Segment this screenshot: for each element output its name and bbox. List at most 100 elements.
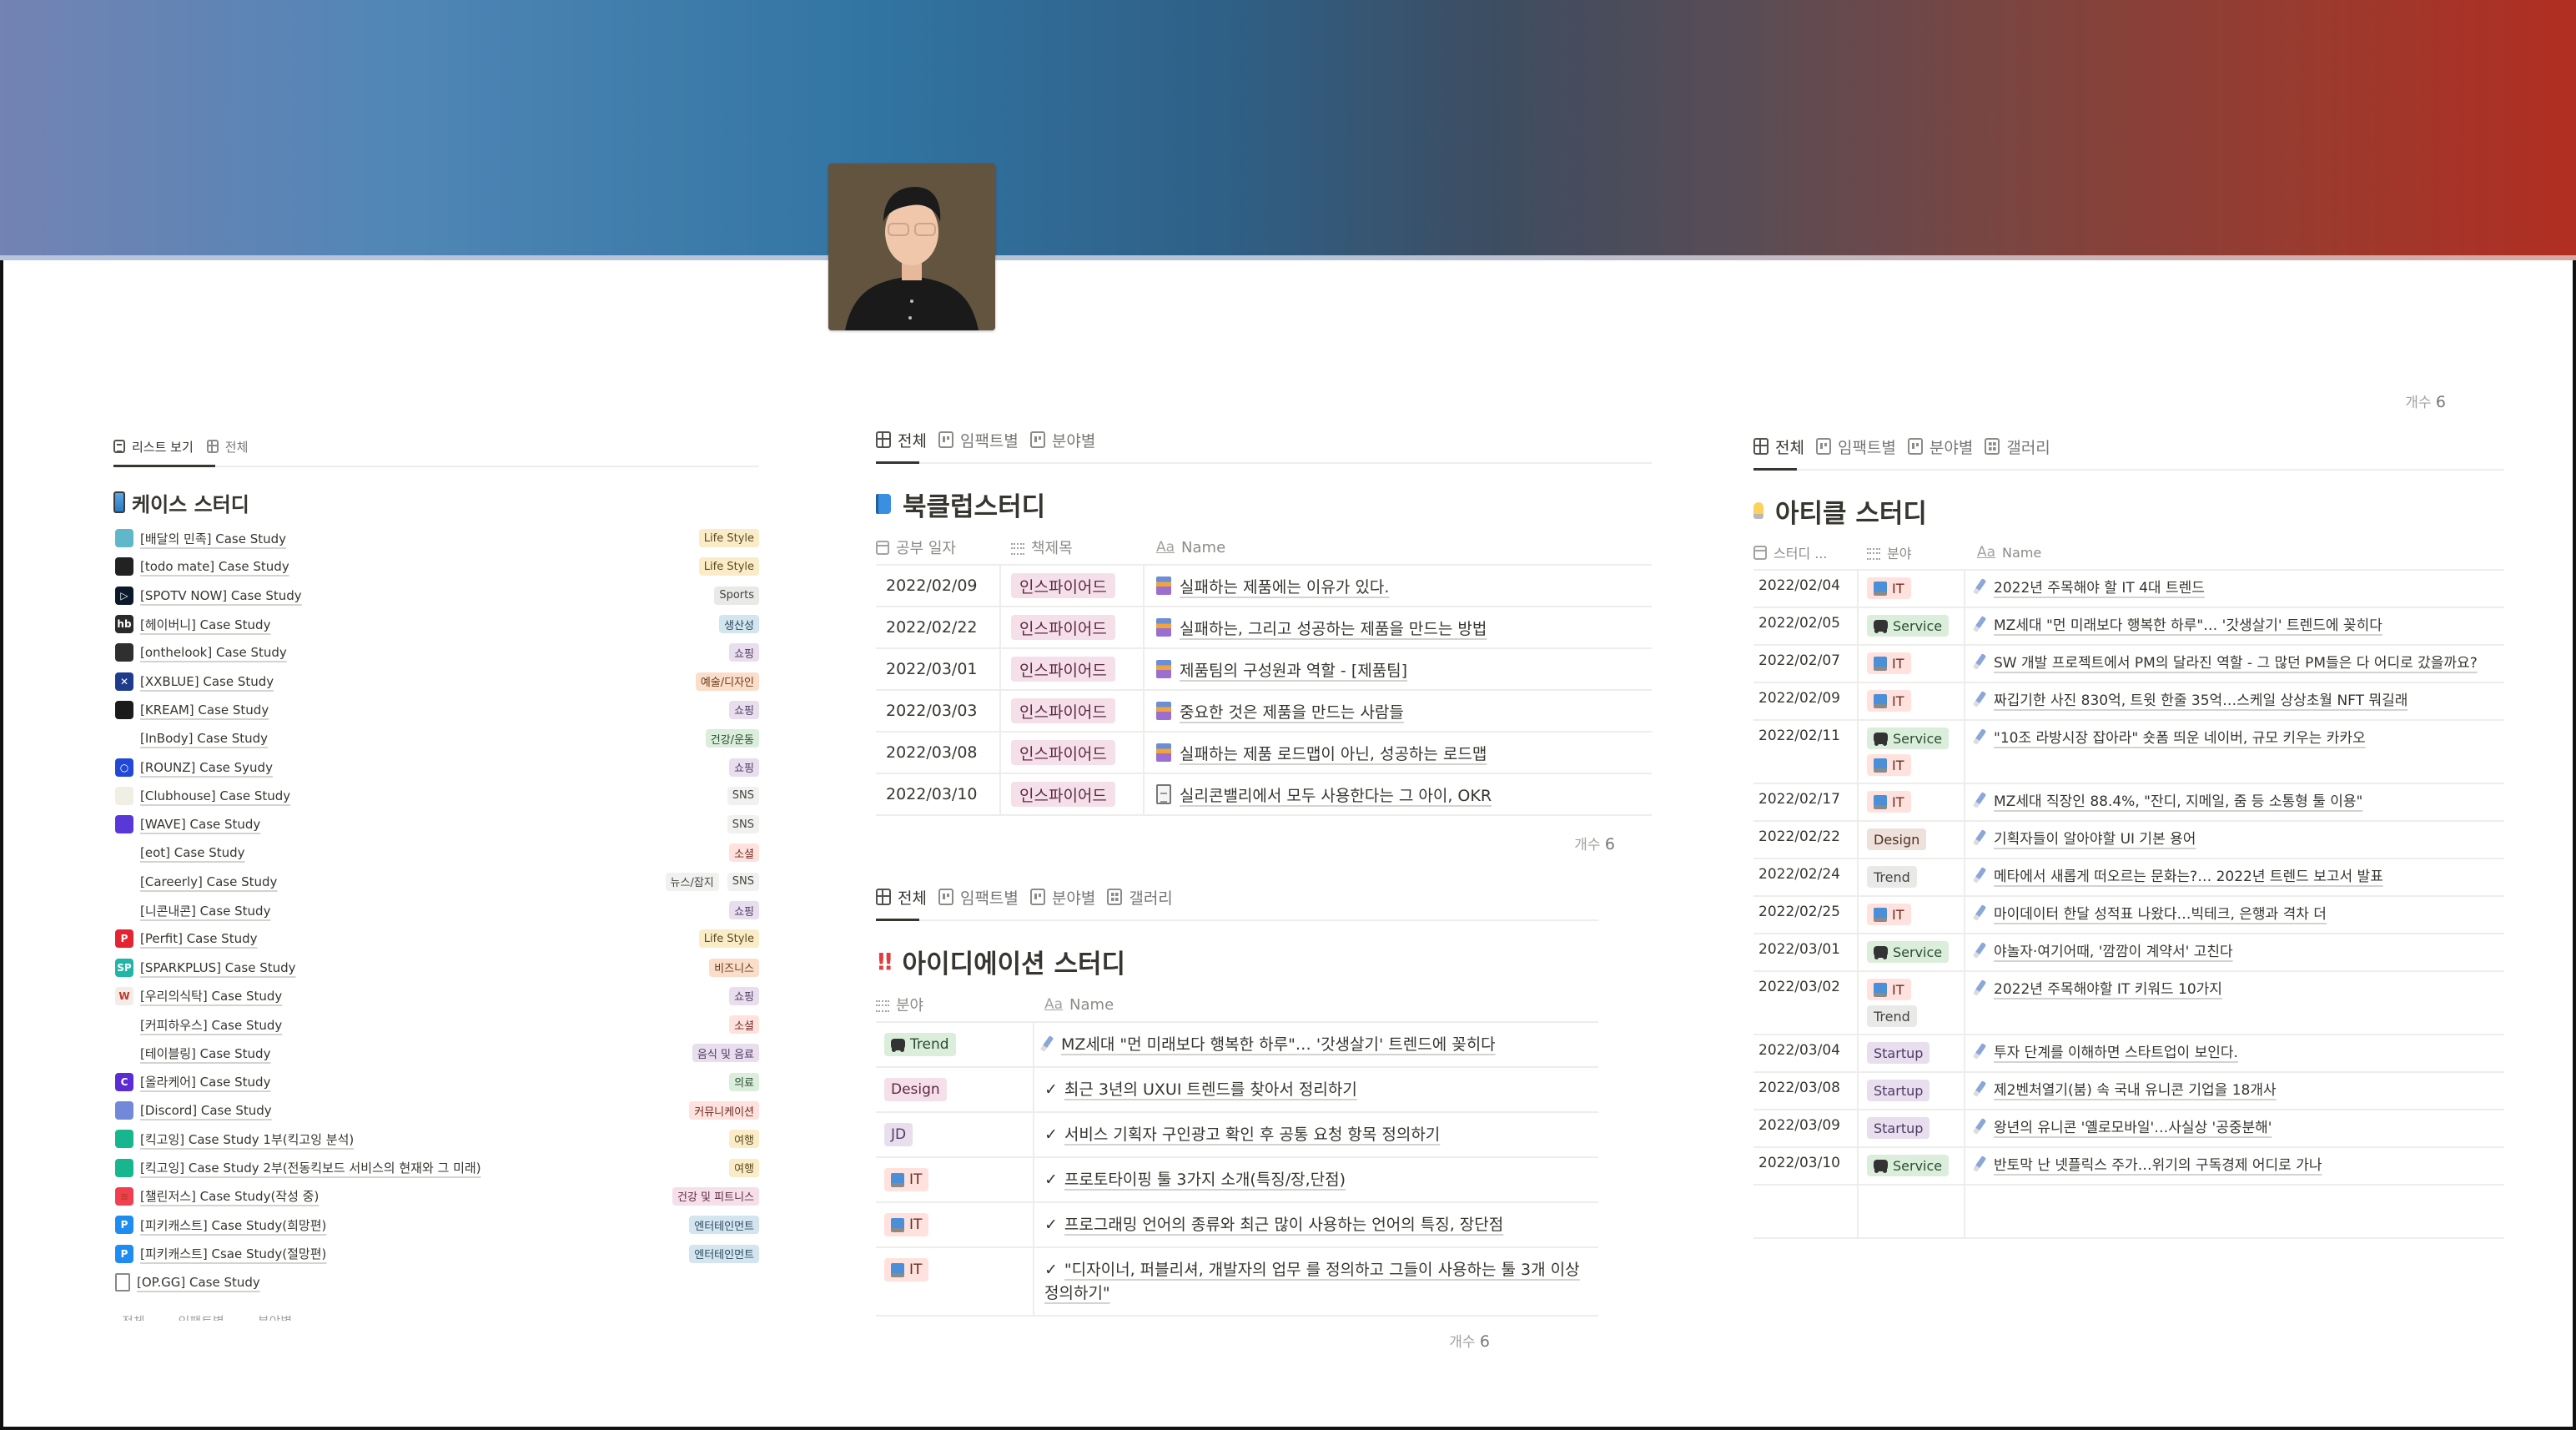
case-study-link[interactable]: [eot] Case Study [140, 845, 729, 860]
case-study-link[interactable]: [Perfit] Case Study [140, 931, 699, 946]
page-link[interactable]: ✓ "디자이너, 퍼블리셔, 개발자의 업무 를 정의하고 그들이 사용하는 툴 … [1044, 1258, 1592, 1305]
column-study-date[interactable]: 공부 일자 [876, 536, 1001, 558]
tab-board-1[interactable]: 임팩트별 [1815, 436, 1908, 466]
table-row[interactable]: IT ✓ "디자이너, 퍼블리셔, 개발자의 업무 를 정의하고 그들이 사용하는 … [876, 1248, 1598, 1317]
table-row[interactable]: 2022/03/01 Service 야놀자·여기어때, '깜깜이 계약서' 고친다 [1753, 934, 2504, 972]
tab-board-1[interactable]: 임팩트별 [938, 429, 1030, 460]
list-item[interactable]: P [Perfit] Case Study Life Style [113, 924, 759, 953]
list-item[interactable]: ○ [ROUNZ] Case Syudy 쇼핑 [113, 753, 759, 781]
name-cell[interactable]: "10조 라방시장 잡아라" 숏폼 띄운 네이버, 규모 키우는 카카오 [1965, 721, 2504, 783]
list-item[interactable]: ▷ [SPOTV NOW] Case Study Sports [113, 582, 759, 610]
page-link[interactable]: ✓ 최근 3년의 UXUI 트렌드를 찾아서 정리하기 [1044, 1078, 1357, 1101]
list-item[interactable]: [Careerly] Case Study 뉴스/잡지 SNS [113, 868, 759, 896]
tab-list-0[interactable]: 리스트 보기 [113, 438, 207, 462]
column-name[interactable]: Aa Name [1145, 539, 1225, 556]
article-link[interactable]: "10조 라방시장 잡아라" 숏폼 띄운 네이버, 규모 키우는 카카오 [1972, 728, 2366, 750]
truncated-tab[interactable]: 전체 [122, 1312, 145, 1321]
name-cell[interactable]: 반토막 난 넷플릭스 주가…위기의 구독경제 어디로 가나 [1965, 1148, 2504, 1184]
page-link[interactable]: ✓ 서비스 기획자 구인광고 확인 후 공통 요청 항목 정의하기 [1044, 1123, 1440, 1146]
tab-board-2[interactable]: 분야별 [1907, 436, 1985, 466]
tab-table-0[interactable]: 전체 [1753, 436, 1816, 466]
name-cell[interactable]: 메타에서 새롭게 떠오르는 문화는?… 2022년 트렌드 보고서 발표 [1965, 859, 2504, 895]
table-row[interactable]: JD ✓ 서비스 기획자 구인광고 확인 후 공통 요청 항목 정의하기 [876, 1113, 1598, 1158]
name-cell[interactable]: 실패하는, 그리고 성공하는 제품을 만드는 방법 [1145, 607, 1652, 647]
article-link[interactable]: 2022년 주목해야할 IT 키워드 10가지 [1972, 979, 2222, 1001]
truncated-tab[interactable]: 임팩트별 [179, 1312, 224, 1321]
column-name[interactable]: Aa Name [1965, 544, 2041, 561]
tab-board-1[interactable]: 임팩트별 [938, 886, 1030, 917]
name-cell[interactable]: 왕년의 유니콘 '옐로모바일'…사실상 '공중분해' [1965, 1110, 2504, 1146]
table-row[interactable]: 2022/03/03 인스파이어드 중요한 것은 제품을 만드는 사람들 [876, 691, 1652, 733]
name-cell[interactable]: 야놀자·여기어때, '깜깜이 계약서' 고친다 [1965, 934, 2504, 970]
case-study-link[interactable]: [SPARKPLUS] Case Study [140, 960, 709, 975]
name-cell[interactable]: ✓ 프로그래밍 언어의 종류와 최근 많이 사용하는 언어의 특징, 장단점 [1034, 1203, 1598, 1246]
article-link[interactable]: 반토막 난 넷플릭스 주가…위기의 구독경제 어디로 가나 [1972, 1155, 2322, 1177]
table-row[interactable]: 2022/02/24 Trend 메타에서 새롭게 떠오르는 문화는?… 2022년… [1753, 859, 2504, 897]
tab-table-0[interactable]: 전체 [876, 429, 938, 460]
table-row[interactable]: 2022/03/10 인스파이어드 실리콘밸리에서 모두 사용한다는 그 아이, O… [876, 774, 1652, 816]
table-row[interactable]: 2022/02/25 IT 마이데이터 한달 성적표 나왔다…빅테크, 은행과 격차… [1753, 897, 2504, 934]
article-link[interactable]: SW 개발 프로젝트에서 PM의 달라진 역할 - 그 많던 PM들은 다 어디… [1972, 652, 2478, 675]
case-study-link[interactable]: [올라케어] Case Study [140, 1073, 729, 1090]
list-item[interactable]: P [피키캐스트] Csae Study(절망편) 엔터테인먼트 [113, 1239, 759, 1267]
case-study-link[interactable]: [XXBLUE] Case Study [140, 674, 696, 689]
name-cell[interactable]: 제품팀의 구성원과 역할 - [제품팀] [1145, 649, 1652, 689]
case-study-link[interactable]: [배달의 민족] Case Study [140, 530, 699, 547]
list-item[interactable]: ≋ [챌린저스] Case Study(작성 중) 건강 및 피트니스 [113, 1182, 759, 1211]
list-item[interactable]: [KREAM] Case Study 쇼핑 [113, 696, 759, 724]
case-study-link[interactable]: [헤이버니] Case Study [140, 616, 719, 633]
name-cell[interactable]: 실패하는 제품에는 이유가 있다. [1145, 566, 1652, 606]
list-item[interactable]: [배달의 민족] Case Study Life Style [113, 524, 759, 552]
case-study-link[interactable]: [킥고잉] Case Study 1부(킥고잉 분석) [140, 1130, 729, 1148]
list-item[interactable]: [todo mate] Case Study Life Style [113, 552, 759, 581]
name-cell[interactable]: 2022년 주목해야 할 IT 4대 트렌드 [1965, 571, 2504, 607]
case-study-link[interactable]: [킥고잉] Case Study 2부(전동킥보드 서비스의 현재와 그 미래) [140, 1159, 729, 1176]
case-study-link[interactable]: [SPOTV NOW] Case Study [140, 588, 714, 603]
list-item[interactable]: [커피하우스] Case Study 소셜 [113, 1010, 759, 1039]
column-field[interactable]: 분야 [1859, 542, 1965, 562]
case-study-link[interactable]: [KREAM] Case Study [140, 702, 729, 718]
table-row[interactable]: 2022/02/09 인스파이어드 실패하는 제품에는 이유가 있다. [876, 566, 1652, 607]
page-link[interactable]: 실리콘밸리에서 모두 사용한다는 그 아이, OKR [1180, 783, 1492, 806]
list-item[interactable]: hb [헤이버니] Case Study 생산성 [113, 610, 759, 638]
table-row[interactable]: 2022/03/04 Startup 투자 단계를 이해하면 스타트업이 보인다. [1753, 1035, 2504, 1073]
table-row[interactable]: 2022/02/17 IT MZ세대 직장인 88.4%, "잔디, 지메일, 줌 … [1753, 784, 2504, 822]
name-cell[interactable]: ✓ 최근 3년의 UXUI 트렌드를 찾아서 정리하기 [1034, 1068, 1598, 1111]
article-link[interactable]: 메타에서 새롭게 떠오르는 문화는?… 2022년 트렌드 보고서 발표 [1972, 866, 2383, 889]
case-study-link[interactable]: [Careerly] Case Study [140, 874, 666, 889]
name-cell[interactable]: 중요한 것은 제품을 만드는 사람들 [1145, 691, 1652, 731]
page-link[interactable]: 실패하는 제품 로드맵이 아닌, 성공하는 로드맵 [1180, 742, 1487, 764]
table-row[interactable]: 2022/02/04 IT 2022년 주목해야 할 IT 4대 트렌드 [1753, 571, 2504, 608]
case-study-link[interactable]: [Discord] Case Study [140, 1103, 689, 1118]
column-name[interactable]: Aa Name [1034, 996, 1114, 1014]
name-cell[interactable]: SW 개발 프로젝트에서 PM의 달라진 역할 - 그 많던 PM들은 다 어디… [1965, 646, 2504, 682]
truncated-tab[interactable]: 분야별 [258, 1312, 292, 1321]
case-study-link[interactable]: [챌린저스] Case Study(작성 중) [140, 1187, 672, 1205]
list-item[interactable]: [WAVE] Case Study SNS [113, 810, 759, 838]
article-link[interactable]: 2022년 주목해야 할 IT 4대 트렌드 [1972, 577, 2205, 600]
case-study-link[interactable]: [InBody] Case Study [140, 731, 706, 746]
case-study-link[interactable]: [OP.GG] Case Study [137, 1275, 759, 1290]
list-item[interactable]: [OP.GG] Case Study [113, 1268, 759, 1297]
tab-board-2[interactable]: 분야별 [1029, 429, 1107, 460]
name-cell[interactable]: 2022년 주목해야할 IT 키워드 10가지 [1965, 972, 2504, 1034]
case-study-link[interactable]: [Clubhouse] Case Study [140, 788, 727, 803]
tab-table-0[interactable]: 전체 [876, 886, 938, 917]
list-item[interactable]: [킥고잉] Case Study 2부(전동킥보드 서비스의 현재와 그 미래)… [113, 1154, 759, 1182]
table-row[interactable]: 2022/02/07 IT SW 개발 프로젝트에서 PM의 달라진 역할 - 그 … [1753, 646, 2504, 683]
list-item[interactable]: [킥고잉] Case Study 1부(킥고잉 분석) 여행 [113, 1125, 759, 1153]
list-item[interactable]: P [피키캐스트] Case Study(희망편) 엔터테인먼트 [113, 1211, 759, 1239]
name-cell[interactable]: 실리콘밸리에서 모두 사용한다는 그 아이, OKR [1145, 774, 1652, 814]
article-link[interactable]: MZ세대 직장인 88.4%, "잔디, 지메일, 줌 등 소통형 툴 이용" [1972, 791, 2362, 813]
list-item[interactable]: SP [SPARKPLUS] Case Study 비즈니스 [113, 953, 759, 981]
table-row[interactable]: IT ✓ 프로그래밍 언어의 종류와 최근 많이 사용하는 언어의 특징, 장단점 [876, 1203, 1598, 1248]
name-cell[interactable]: MZ세대 "먼 미래보다 행복한 하루"… '갓생살기' 트렌드에 꽂히다 [1034, 1023, 1598, 1066]
list-item[interactable]: [onthelook] Case Study 쇼핑 [113, 638, 759, 667]
name-cell[interactable]: ✓ "디자이너, 퍼블리셔, 개발자의 업무 를 정의하고 그들이 사용하는 툴 … [1034, 1248, 1598, 1315]
article-link[interactable]: 짜깁기한 사진 830억, 트윗 한줄 35억…스케일 상상초월 NFT 뭐길래 [1972, 690, 2407, 712]
case-study-link[interactable]: [니콘내콘] Case Study [140, 902, 729, 919]
case-study-link[interactable]: [onthelook] Case Study [140, 645, 729, 660]
column-field[interactable]: 분야 [876, 994, 1034, 1015]
page-link[interactable]: ✓ 프로그래밍 언어의 종류와 최근 많이 사용하는 언어의 특징, 장단점 [1044, 1213, 1503, 1236]
table-row[interactable]: Design ✓ 최근 3년의 UXUI 트렌드를 찾아서 정리하기 [876, 1068, 1598, 1113]
